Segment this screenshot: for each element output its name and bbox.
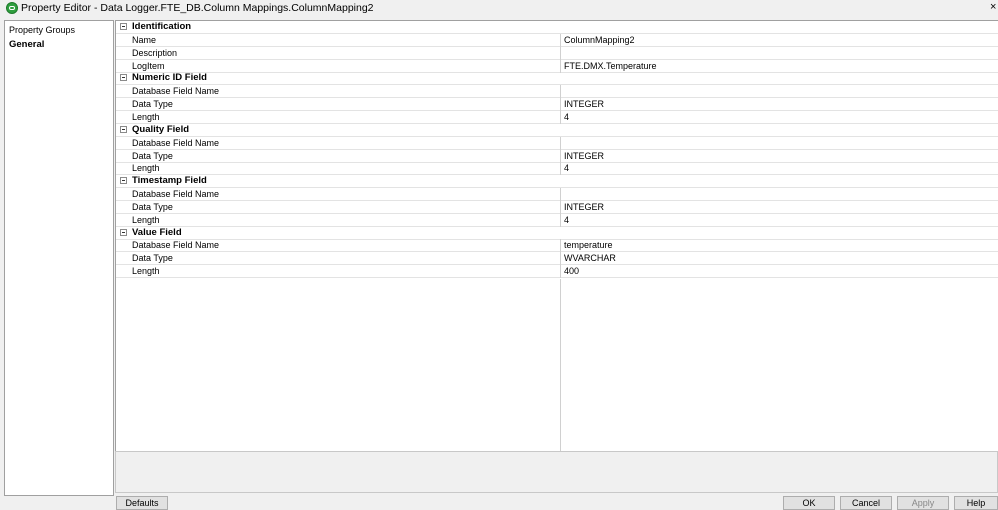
property-name: Length (132, 214, 160, 225)
app-icon (6, 2, 18, 14)
property-row[interactable]: Database Field Name temperature (116, 239, 998, 253)
defaults-button[interactable]: Defaults (116, 496, 168, 510)
collapse-toggle-icon[interactable] (120, 74, 127, 82)
cell-divider (560, 98, 561, 112)
property-name: Data Type (132, 150, 173, 161)
cell-divider (560, 162, 561, 176)
property-name: Database Field Name (132, 189, 220, 200)
property-groups-panel: Property Groups General (4, 20, 114, 496)
property-value[interactable]: FTE.DMX.Temperature (564, 61, 657, 71)
property-name: Data Type (132, 99, 173, 110)
property-row[interactable]: Name ColumnMapping2 (116, 33, 998, 47)
category-title: Timestamp Field (132, 175, 207, 187)
property-value[interactable]: ColumnMapping2 (564, 35, 635, 45)
property-group-general[interactable]: General (9, 39, 44, 50)
property-value[interactable]: INTEGER (564, 99, 604, 109)
property-value[interactable]: 4 (564, 112, 569, 122)
cell-divider (560, 213, 561, 227)
description-pane (115, 451, 998, 493)
cancel-button[interactable]: Cancel (840, 496, 892, 510)
property-value[interactable]: 400 (564, 266, 579, 276)
property-row[interactable]: Length 4 (116, 213, 998, 227)
cell-divider (560, 85, 561, 99)
property-row[interactable]: Description (116, 46, 998, 60)
property-name: Data Type (132, 201, 173, 212)
property-name: Length (132, 163, 160, 174)
category-row[interactable]: Value Field (116, 227, 998, 240)
property-value[interactable]: WVARCHAR (564, 253, 616, 263)
property-value[interactable]: INTEGER (564, 202, 604, 212)
property-name: Database Field Name (132, 137, 220, 148)
property-name: Database Field Name (132, 86, 220, 97)
apply-button[interactable]: Apply (897, 496, 949, 510)
property-row[interactable]: Data Type INTEGER (116, 98, 998, 112)
cell-divider (560, 33, 561, 47)
property-name: Name (132, 34, 157, 45)
title-bar: Property Editor - Data Logger.FTE_DB.Col… (0, 0, 998, 17)
cell-divider (560, 110, 561, 124)
property-value[interactable]: INTEGER (564, 151, 604, 161)
collapse-toggle-icon[interactable] (120, 125, 127, 133)
property-name: Database Field Name (132, 240, 220, 251)
ok-button[interactable]: OK (783, 496, 835, 510)
category-title: Numeric ID Field (132, 72, 207, 84)
property-value[interactable]: temperature (564, 240, 613, 250)
help-button[interactable]: Help (954, 496, 998, 510)
cell-divider (560, 136, 561, 150)
property-name: Length (132, 266, 160, 277)
cell-divider (560, 200, 561, 214)
cell-divider (560, 59, 561, 73)
category-title: Value Field (132, 226, 182, 238)
window-title: Property Editor - Data Logger.FTE_DB.Col… (21, 2, 374, 14)
cell-divider (560, 239, 561, 253)
property-row[interactable]: Data Type WVARCHAR (116, 252, 998, 266)
property-value[interactable]: 4 (564, 163, 569, 173)
cell-divider (560, 265, 561, 279)
property-name: Length (132, 111, 160, 122)
cell-divider (560, 46, 561, 60)
property-groups-header: Property Groups (9, 25, 76, 35)
property-name: Data Type (132, 253, 173, 264)
category-row[interactable]: Quality Field (116, 124, 998, 137)
category-title: Identification (132, 21, 192, 32)
property-name: LogItem (132, 60, 165, 71)
property-row[interactable]: Database Field Name (116, 188, 998, 202)
cell-divider (560, 188, 561, 202)
cell-divider (560, 252, 561, 266)
property-row[interactable]: Database Field Name (116, 85, 998, 99)
property-row[interactable]: Length 4 (116, 110, 998, 124)
property-row[interactable]: Database Field Name (116, 136, 998, 150)
property-name: Description (132, 47, 178, 58)
property-row[interactable]: LogItem FTE.DMX.Temperature (116, 59, 998, 73)
category-row[interactable]: Identification (116, 21, 998, 34)
property-row[interactable]: Length 400 (116, 265, 998, 279)
grid-column-divider (560, 279, 561, 451)
property-row[interactable]: Data Type INTEGER (116, 200, 998, 214)
category-row[interactable]: Timestamp Field (116, 175, 998, 189)
collapse-toggle-icon[interactable] (120, 23, 127, 30)
close-icon[interactable]: × (990, 0, 998, 14)
category-row[interactable]: Numeric ID Field (116, 72, 998, 86)
property-row[interactable]: Length 4 (116, 162, 998, 176)
collapse-toggle-icon[interactable] (120, 177, 127, 185)
property-grid: Identification Name ColumnMapping2 Descript… (115, 20, 998, 451)
collapse-toggle-icon[interactable] (120, 228, 127, 236)
cell-divider (560, 149, 561, 163)
property-row[interactable]: Data Type INTEGER (116, 149, 998, 163)
property-value[interactable]: 4 (564, 215, 569, 225)
category-title: Quality Field (132, 123, 190, 135)
